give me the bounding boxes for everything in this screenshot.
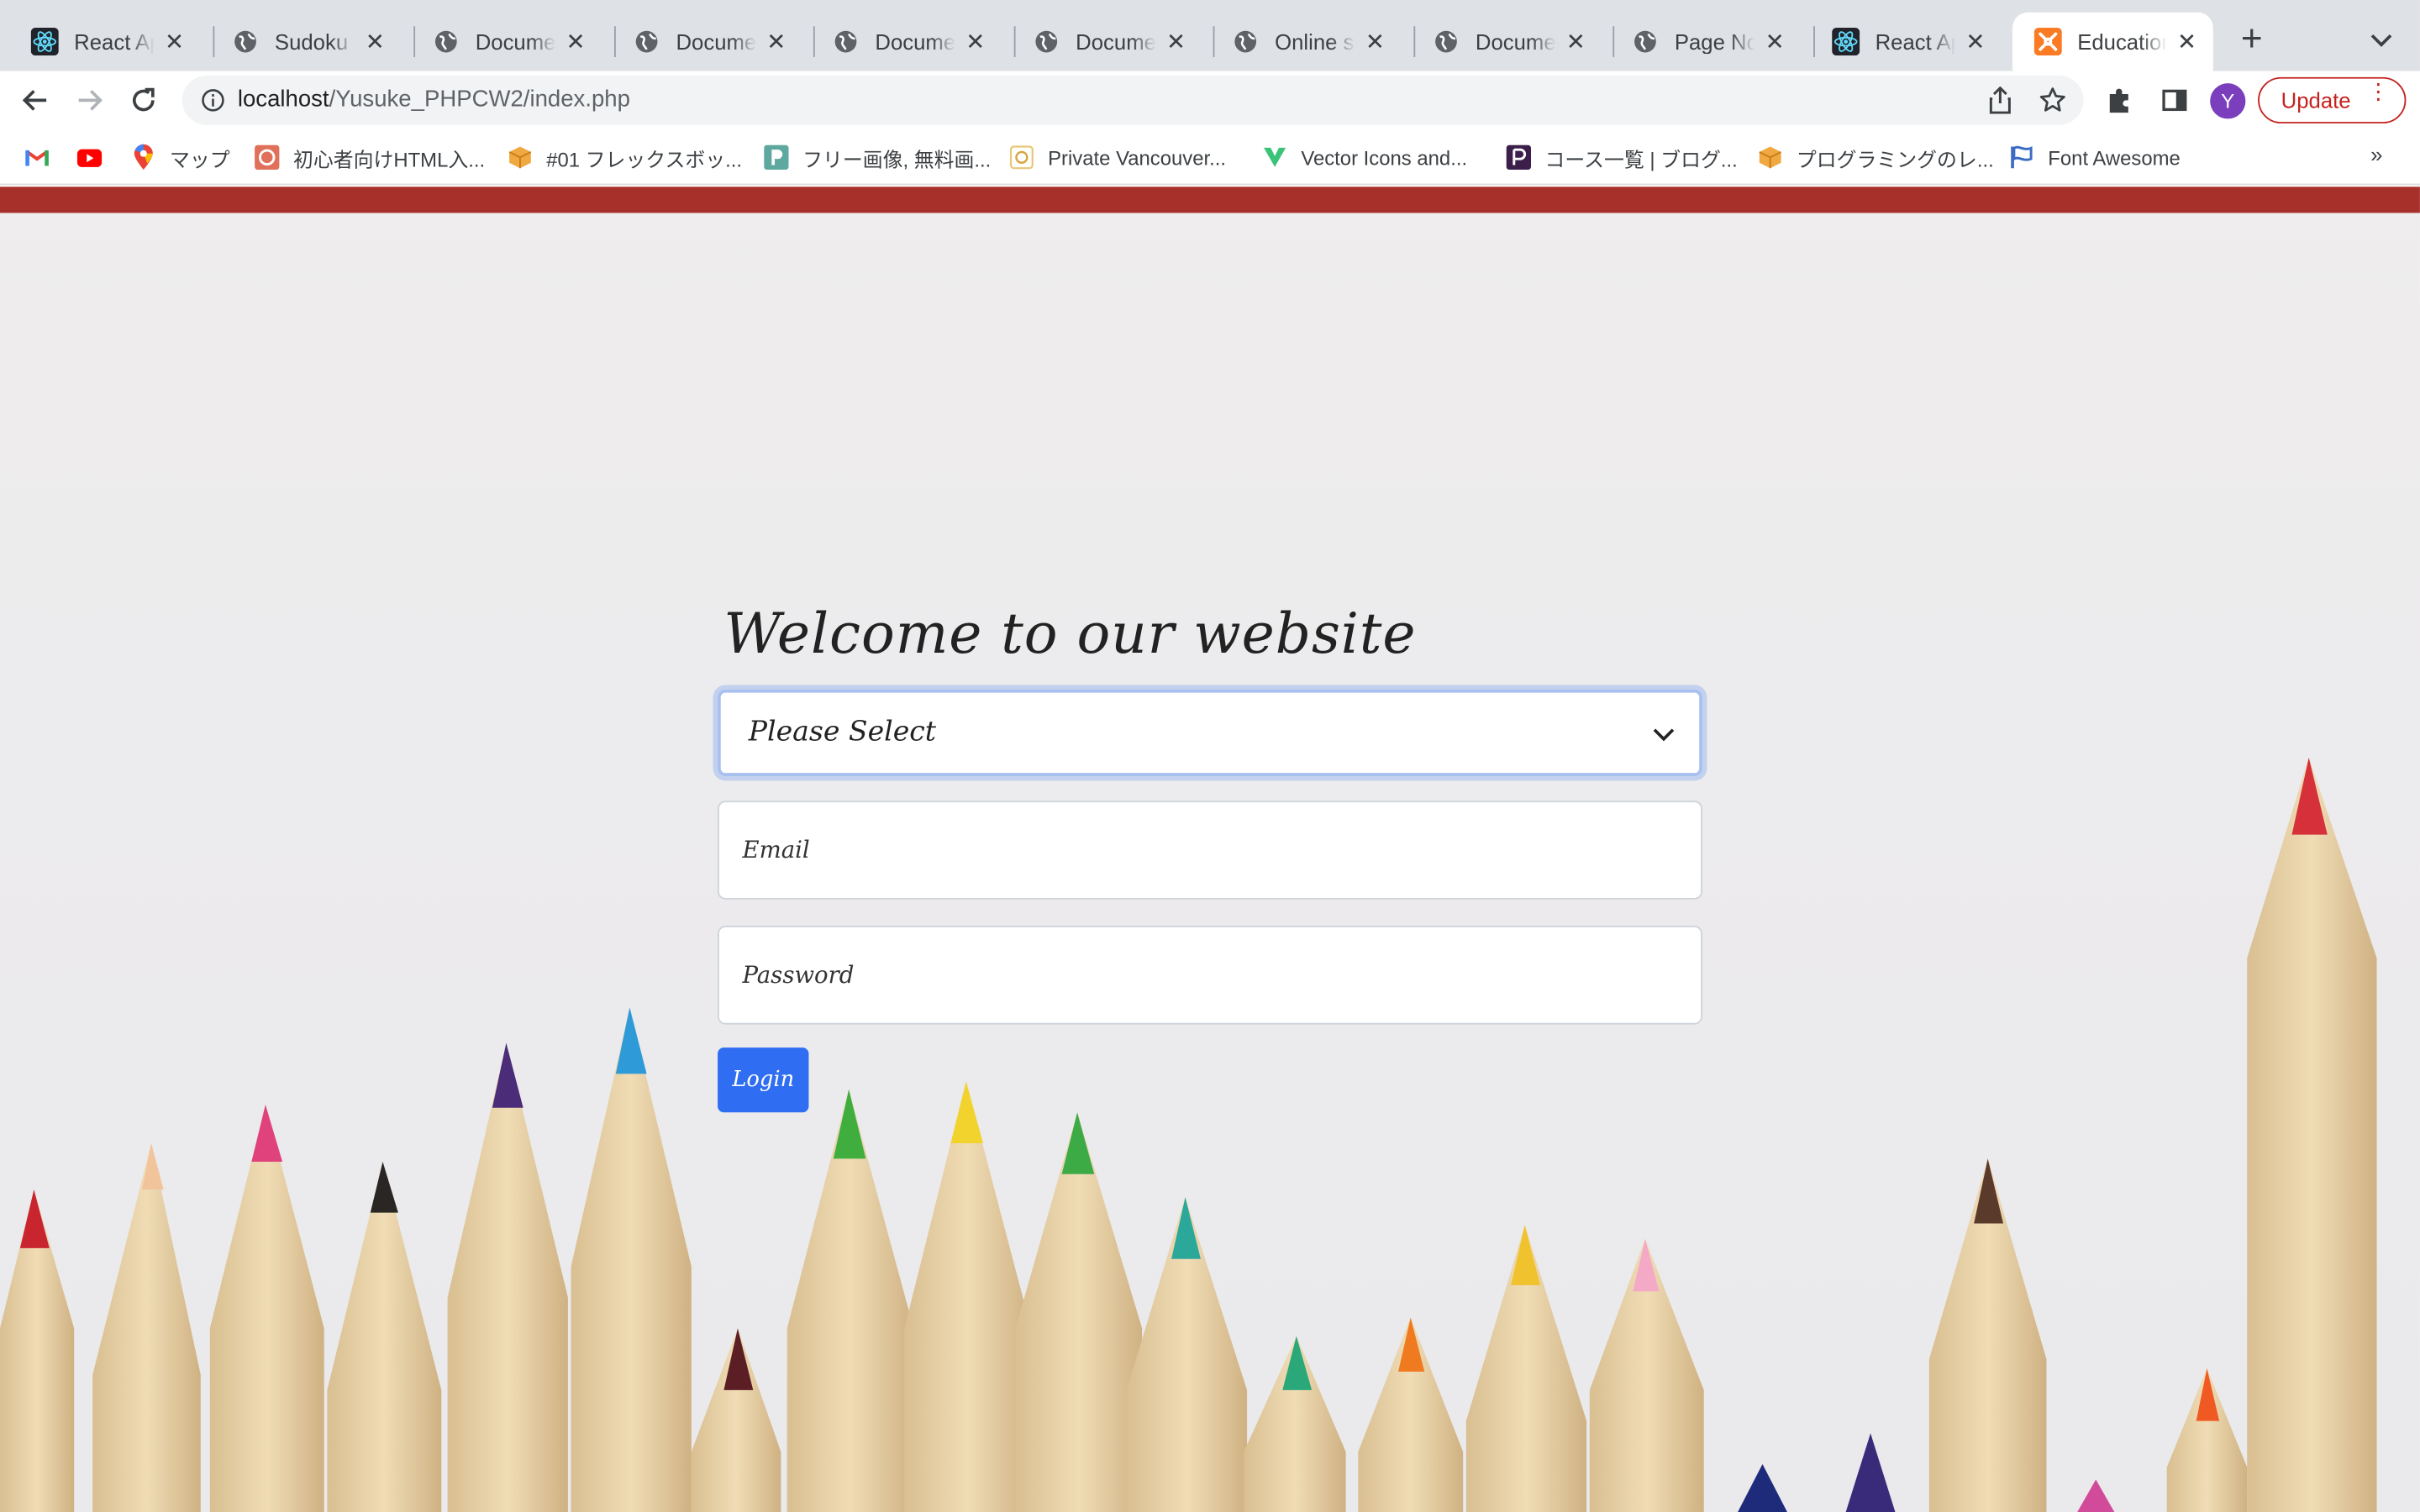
url-text[interactable]: localhost/Yusuke_PHPCW2/index.php: [238, 87, 630, 113]
school-icon: [1009, 145, 1034, 170]
address-bar[interactable]: localhost/Yusuke_PHPCW2/index.php: [182, 75, 2084, 125]
more-bookmarks-chevron[interactable]: »: [2370, 142, 2382, 166]
globe-icon: [832, 28, 860, 55]
bookmark-flexbox[interactable]: #01 フレックスボッ...: [508, 142, 742, 173]
globe-icon: [432, 28, 460, 55]
email-field[interactable]: Email: [718, 801, 1702, 900]
bookmark-programming-lessons[interactable]: プログラミングのレ...: [1758, 142, 1994, 173]
new-tab-button[interactable]: +: [2232, 18, 2272, 60]
tab-education-active[interactable]: Education ✕: [2012, 12, 2213, 71]
box-icon: [1758, 145, 1782, 170]
close-icon[interactable]: ✕: [562, 28, 590, 55]
forward-arrow-icon[interactable]: [70, 81, 110, 121]
bookmark-free-images[interactable]: フリー画像, 無料画...: [764, 142, 991, 173]
tab-document-4[interactable]: Document ✕: [1002, 13, 1202, 71]
info-icon[interactable]: [201, 88, 225, 113]
tab-title: Online sTo: [1275, 29, 1355, 55]
reload-icon[interactable]: [124, 81, 164, 121]
role-select-value: Please Select: [748, 716, 937, 748]
tab-title: Education: [2077, 29, 2167, 55]
maps-icon: [131, 144, 155, 171]
tab-strip: React App ✕ Sudoku ✕ Document ✕ Document…: [0, 0, 2420, 71]
close-icon[interactable]: ✕: [160, 28, 188, 55]
close-icon[interactable]: ✕: [361, 28, 389, 55]
bookmark-font-awesome[interactable]: Font Awesome: [2009, 142, 2181, 173]
course-icon: [1506, 144, 1532, 171]
react-icon: [30, 28, 59, 56]
photo-icon: [764, 144, 789, 171]
xampp-icon: [2033, 28, 2062, 56]
back-arrow-icon[interactable]: [15, 81, 55, 121]
tab-react-app-2[interactable]: React App ✕: [1801, 13, 2002, 71]
close-icon[interactable]: ✕: [1562, 28, 1590, 55]
bookmark-vector-icons[interactable]: Vector Icons and...: [1262, 142, 1467, 173]
url-path: /Yusuke_PHPCW2/index.php: [329, 86, 630, 113]
password-field[interactable]: Password: [718, 926, 1702, 1025]
browser-toolbar: localhost/Yusuke_PHPCW2/index.php Y Upda…: [0, 71, 2420, 130]
tab-title: Document: [676, 29, 756, 55]
login-button[interactable]: Login: [718, 1047, 809, 1113]
bookmark-youtube[interactable]: [76, 142, 116, 173]
tab-title: Document: [475, 29, 556, 55]
page-content: Welcome to our website Please Select Ema…: [0, 186, 2420, 1512]
page-title: Welcome to our website: [723, 603, 1417, 667]
more-vertical-icon[interactable]: ⋮: [2367, 81, 2389, 102]
close-icon[interactable]: ✕: [2173, 28, 2201, 55]
tab-document-2[interactable]: Document ✕: [602, 13, 802, 71]
bookmark-html-beginners[interactable]: 初心者向けHTML入...: [255, 142, 485, 173]
tab-title: Sudoku: [274, 29, 349, 55]
close-icon[interactable]: ✕: [1761, 28, 1789, 55]
box-icon: [508, 145, 532, 170]
globe-icon: [1432, 28, 1460, 55]
tab-search-chevron-icon[interactable]: [2365, 24, 2398, 57]
email-placeholder: Email: [742, 836, 810, 864]
globe-icon: [1631, 28, 1659, 55]
bookmarks-bar: マップ 初心者向けHTML入... #01 フレックスボッ... フリー画像, …: [0, 129, 2420, 186]
tab-document-3[interactable]: Document ✕: [801, 13, 1002, 71]
tab-title: React App: [74, 29, 155, 55]
update-label: Update: [2281, 87, 2351, 113]
bookmark-gmail[interactable]: [24, 142, 63, 173]
browser-window: React App ✕ Sudoku ✕ Document ✕ Document…: [0, 0, 2420, 1512]
bookmark-private-vancouver[interactable]: Private Vancouver...: [1009, 142, 1226, 173]
tab-title: React App: [1875, 29, 1956, 55]
tab-document-5[interactable]: Document ✕: [1402, 13, 1602, 71]
chevron-down-icon: [1649, 721, 1677, 748]
bookmark-course-list[interactable]: コース一覧 | ブログ...: [1506, 142, 1738, 173]
close-icon[interactable]: ✕: [961, 28, 989, 55]
tab-sudoku[interactable]: Sudoku ✕: [201, 13, 402, 71]
close-icon[interactable]: ✕: [762, 28, 790, 55]
tab-title: Document: [1076, 29, 1156, 55]
vector-icon: [1262, 145, 1286, 170]
role-select[interactable]: Please Select: [718, 690, 1702, 776]
globe-icon: [1232, 28, 1260, 55]
bookmark-maps[interactable]: マップ: [131, 142, 230, 173]
youtube-icon: [76, 145, 103, 170]
react-icon: [1832, 28, 1860, 56]
html-icon: [255, 144, 280, 171]
url-host: localhost: [237, 86, 329, 113]
gmail-icon: [24, 145, 50, 170]
extensions-puzzle-icon[interactable]: [2102, 83, 2136, 117]
tab-online-store[interactable]: Online sTo ✕: [1201, 13, 1402, 71]
close-icon[interactable]: ✕: [1961, 28, 1989, 55]
tab-title: Document: [875, 29, 955, 55]
bookmark-star-icon[interactable]: [2037, 85, 2068, 116]
tab-title: Page Not: [1674, 29, 1755, 55]
tab-document-1[interactable]: Document ✕: [402, 13, 602, 71]
password-placeholder: Password: [742, 961, 855, 990]
globe-icon: [232, 28, 260, 55]
flag-icon: [2009, 145, 2033, 170]
close-icon[interactable]: ✕: [1162, 28, 1190, 55]
share-icon[interactable]: [1985, 85, 2016, 116]
tab-react-app-1[interactable]: React App ✕: [0, 13, 201, 71]
profile-avatar[interactable]: Y: [2210, 83, 2246, 119]
side-panel-icon[interactable]: [2158, 83, 2191, 117]
globe-icon: [1033, 28, 1060, 55]
globe-icon: [633, 28, 660, 55]
tab-title: Document: [1475, 29, 1556, 55]
close-icon[interactable]: ✕: [1361, 28, 1389, 55]
update-button[interactable]: Update ⋮: [2258, 76, 2407, 123]
tab-page-not-found[interactable]: Page Not ✕: [1601, 13, 1802, 71]
